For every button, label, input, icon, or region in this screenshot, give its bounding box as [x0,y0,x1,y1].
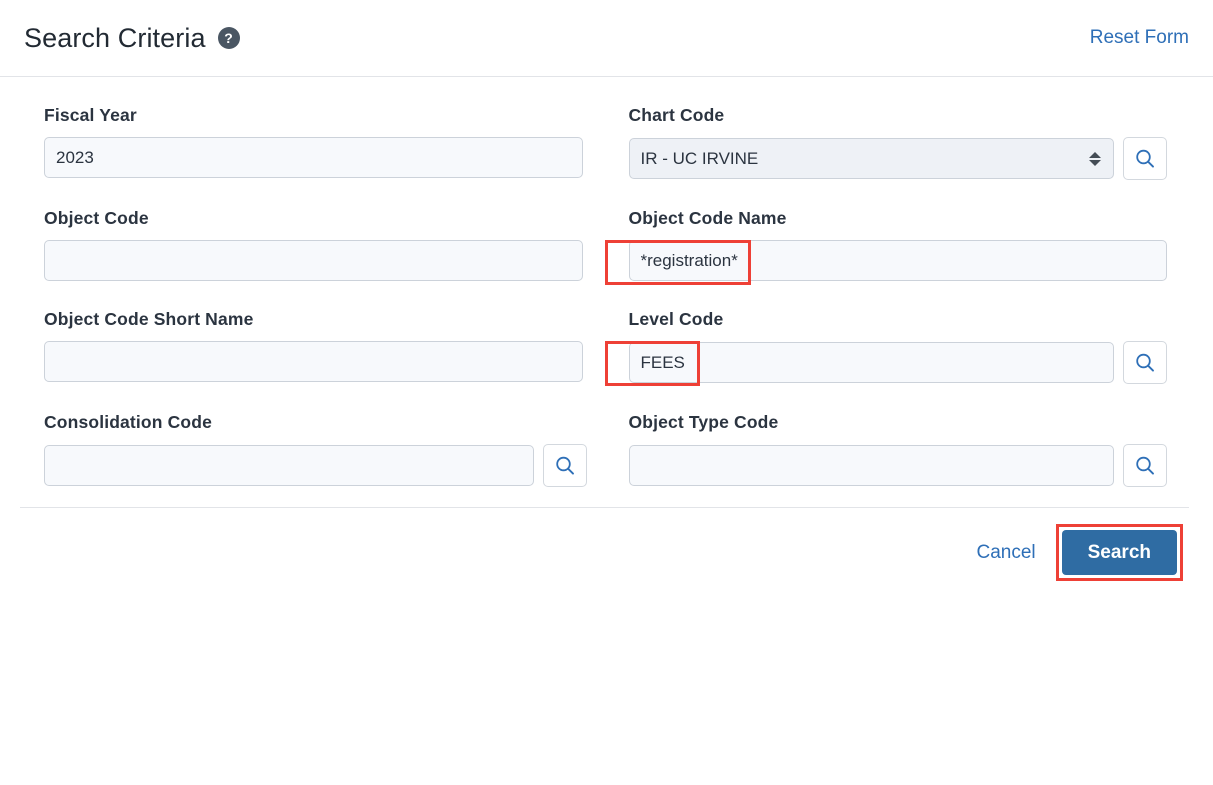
search-button-wrap: Search [1055,524,1183,581]
object-code-short-name-label: Object Code Short Name [44,309,254,329]
consolidation-code-control [44,444,587,487]
field-chart-code: Chart Code IR - UC IRVINE [605,105,1190,180]
field-level-code: Level Code [604,309,1190,386]
object-code-short-name-input[interactable] [44,341,583,382]
chart-code-label: Chart Code [628,105,725,125]
consolidation-code-label: Consolidation Code [44,412,212,432]
chart-code-lookup-button[interactable] [1123,137,1167,180]
level-code-label: Level Code [628,309,724,329]
reset-form-link[interactable]: Reset Form [1090,27,1189,49]
search-icon [1136,456,1154,475]
field-consolidation-code: Consolidation Code [20,412,605,487]
help-icon[interactable]: ? [217,27,240,49]
panel-footer: Cancel Search [0,508,1213,581]
search-button[interactable]: Search [1061,530,1177,575]
search-icon [1136,149,1154,168]
object-code-input[interactable] [44,240,583,281]
chart-code-select[interactable]: IR - UC IRVINE [628,138,1114,179]
field-object-type-code: Object Type Code [605,412,1190,487]
form-row-1: Fiscal Year Chart Code IR - UC IRVINE [20,105,1189,180]
form-row-4: Consolidation Code Object Type Code [20,412,1189,487]
consolidation-code-lookup-button[interactable] [543,444,587,487]
field-object-code-name: Object Code Name [604,208,1190,285]
field-object-code-short-name: Object Code Short Name [20,309,605,384]
object-code-name-input[interactable] [628,240,1167,281]
search-criteria-form: Fiscal Year Chart Code IR - UC IRVINE [0,77,1213,487]
panel-header: Search Criteria ? Reset Form [0,0,1213,77]
form-row-2: Object Code Object Code Name [20,208,1190,285]
field-fiscal-year: Fiscal Year [20,105,605,180]
field-object-code: Object Code [20,208,605,281]
object-type-code-input[interactable] [628,445,1114,486]
consolidation-code-input[interactable] [44,445,534,486]
fiscal-year-control [44,137,583,178]
object-type-code-label: Object Type Code [628,412,779,432]
object-code-name-label: Object Code Name [628,208,787,228]
level-code-control [628,341,1167,384]
object-code-name-control [628,240,1167,281]
form-row-3: Object Code Short Name Level Code [20,309,1190,386]
object-code-label: Object Code [44,208,149,228]
fiscal-year-label: Fiscal Year [44,105,137,125]
object-type-code-lookup-button[interactable] [1123,444,1167,487]
cancel-button[interactable]: Cancel [976,542,1035,564]
chart-code-select-wrap: IR - UC IRVINE [628,138,1114,179]
level-code-input[interactable] [628,342,1114,383]
level-code-lookup-button[interactable] [1123,341,1167,384]
object-code-short-name-control [44,341,583,382]
search-icon [556,456,574,475]
object-type-code-control [628,444,1167,487]
fiscal-year-input[interactable] [44,137,583,178]
object-code-control [44,240,583,281]
search-icon [1136,353,1154,372]
page-title: Search Criteria [24,22,206,53]
chart-code-control: IR - UC IRVINE [628,137,1167,180]
